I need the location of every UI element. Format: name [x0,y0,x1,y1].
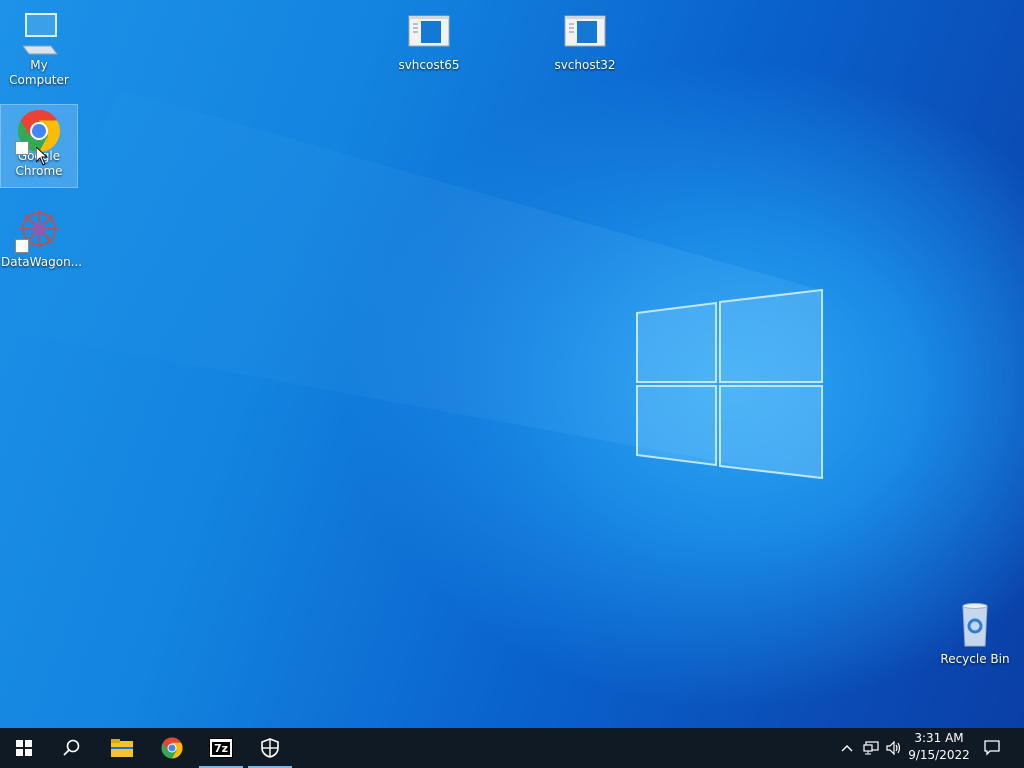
google-chrome-shortcut[interactable]: Google Chrome [0,104,78,188]
shortcut-arrow-icon [15,239,29,253]
show-hidden-icons-button[interactable] [838,728,856,768]
recycle-bin-icon[interactable]: Recycle Bin [937,602,1013,667]
network-button[interactable] [861,728,881,768]
svchost32-label: svchost32 [554,58,616,72]
mouse-cursor-icon [36,147,49,166]
recycle-bin-label: Recycle Bin [940,652,1010,666]
7zip-taskbar-button[interactable]: 7z [197,728,245,768]
svchost32-icon[interactable]: svchost32 [547,8,623,73]
shortcut-arrow-icon [15,141,29,155]
speaker-icon [886,741,901,755]
taskbar-clock[interactable]: 3:31 AM 9/15/2022 [904,730,974,764]
clock-date: 9/15/2022 [908,748,970,762]
datawagon-shortcut[interactable]: DataWagon... [1,205,83,270]
chrome-icon [161,737,183,759]
volume-button[interactable] [884,728,904,768]
windows-security-taskbar-button[interactable] [246,728,294,768]
trash-bin-icon [951,602,999,650]
search-icon [63,739,80,756]
taskbar: 7z 3:31 AM 9/15/2022 [0,728,1024,768]
7zip-icon: 7z [209,738,233,758]
computer-icon [15,8,63,56]
shield-icon [261,738,279,758]
chevron-up-icon [841,745,853,752]
windows-logo-icon [16,740,32,756]
desktop[interactable]: My Computer svhcost65 svchost32 Chrome D… [0,0,1024,728]
application-window-icon [405,8,453,56]
datawagon-icon [15,205,63,253]
notification-icon [984,740,1000,756]
folder-icon [111,739,133,757]
network-icon [863,741,879,755]
search-button[interactable] [48,728,96,768]
wallpaper-logo [0,90,823,480]
my-computer-icon[interactable]: My Computer [1,8,77,88]
datawagon-label: DataWagon... [1,255,83,269]
7zip-icon-text: 7z [211,741,231,755]
svhcost65-label: svhcost65 [398,58,460,72]
start-button[interactable] [0,728,48,768]
my-computer-label: My Computer [9,58,69,87]
file-explorer-button[interactable] [98,728,146,768]
clock-time: 3:31 AM [914,731,964,745]
svhcost65-icon[interactable]: svhcost65 [391,8,467,73]
chrome-taskbar-button[interactable] [148,728,196,768]
application-window-icon [561,8,609,56]
action-center-button[interactable] [980,728,1004,768]
